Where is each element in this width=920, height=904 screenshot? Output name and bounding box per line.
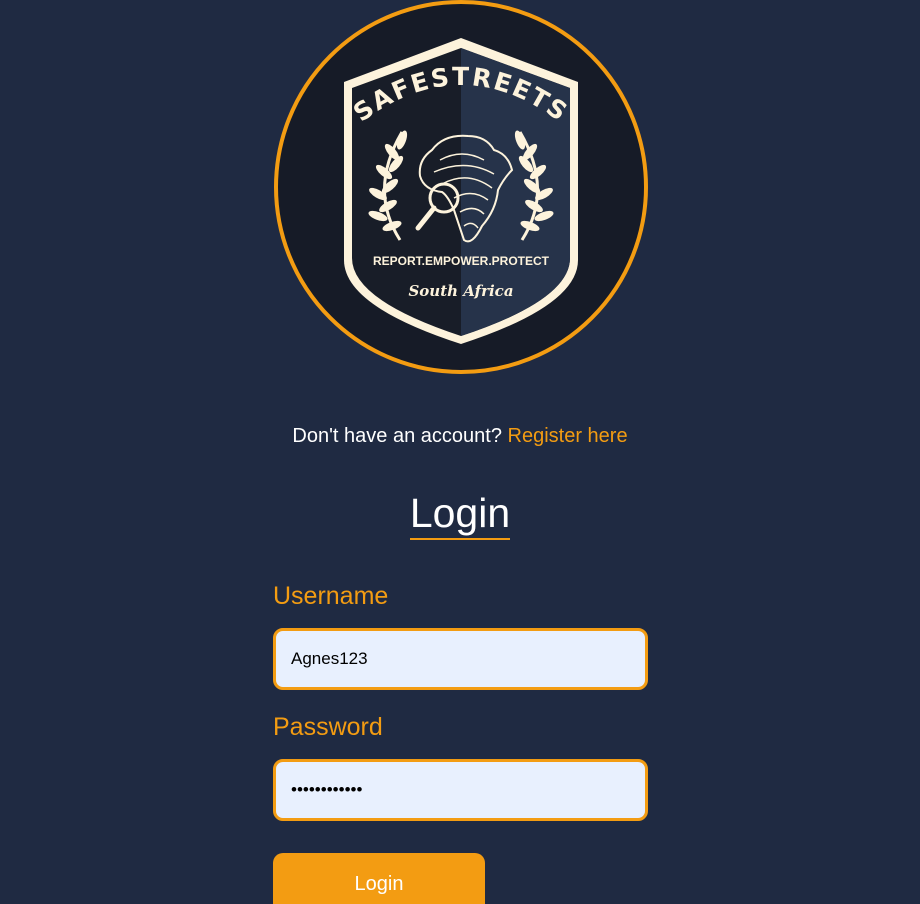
page-title: Login bbox=[409, 490, 511, 540]
register-prompt: Don't have an account? Register here bbox=[0, 425, 920, 448]
safestreets-logo: SAFESTREETS REPORT.EMPOWER.PROTECT South… bbox=[272, 0, 650, 374]
logo-country: South Africa bbox=[408, 282, 513, 300]
login-button[interactable]: Login bbox=[273, 853, 485, 904]
password-input[interactable] bbox=[273, 759, 648, 821]
password-label: Password bbox=[273, 713, 383, 741]
register-prompt-text: Don't have an account? bbox=[292, 425, 502, 447]
logo-tagline: REPORT.EMPOWER.PROTECT bbox=[373, 254, 550, 268]
register-link[interactable]: Register here bbox=[508, 425, 628, 447]
login-page: SAFESTREETS REPORT.EMPOWER.PROTECT South… bbox=[0, 0, 920, 904]
username-label: Username bbox=[273, 582, 389, 610]
login-title-wrap: Login bbox=[0, 490, 920, 540]
username-input[interactable] bbox=[273, 628, 648, 690]
